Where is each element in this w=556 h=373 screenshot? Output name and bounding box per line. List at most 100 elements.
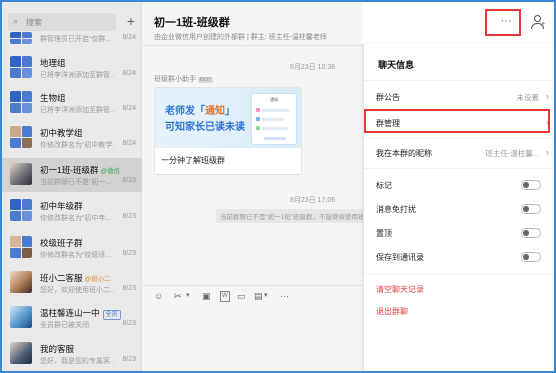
row-label: 标记 xyxy=(376,181,392,190)
phone-title: 通知 xyxy=(270,97,278,102)
conversation-preview: 您好，欢迎使用班小二... xyxy=(40,287,114,294)
mute-toggle[interactable] xyxy=(521,204,541,214)
chat-title[interactable]: 初一1班-班级群 xyxy=(154,14,230,30)
save-contacts-toggle[interactable] xyxy=(521,252,541,262)
exit-group-button[interactable]: 退出群聊 xyxy=(364,300,554,322)
announcement-row[interactable]: 群公告 未设置 › xyxy=(364,86,554,108)
mute-row: 消息免打扰 xyxy=(364,198,554,220)
emoji-icon[interactable]: ☺ xyxy=(154,290,163,302)
star-toggle[interactable] xyxy=(521,180,541,190)
chevron-right-icon: › xyxy=(546,117,549,127)
row-value: 班主任-温柱馨... xyxy=(485,149,539,158)
avatar xyxy=(10,271,32,293)
more-tools-icon[interactable]: ··· xyxy=(280,290,289,302)
conversation-date: 8/23 xyxy=(122,356,136,363)
conversation-name: 地理组 xyxy=(40,58,66,68)
conversation-date: 8/24 xyxy=(122,105,136,112)
conversation-sidebar: ⌕ 搜索 + 群管理员已开启“仅群... 8/24 地理组 已将李洋洲添加至群管… xyxy=(2,2,142,371)
system-message: 当前群聊已不是“初一1班”班级群，不能继续使用班级群功能 xyxy=(216,209,376,223)
conversation-date: 8/23 xyxy=(122,250,136,257)
exit-group-label: 退出群聊 xyxy=(376,307,408,316)
conversation-date: 8/23 xyxy=(122,285,136,292)
row-value: 未设置 xyxy=(516,93,540,102)
org-tag: @班小二 xyxy=(84,276,111,283)
add-conversation-button[interactable]: + xyxy=(124,13,138,31)
row-label: 群公告 xyxy=(376,93,400,102)
avatar xyxy=(10,126,32,148)
clear-history-label: 清空聊天记录 xyxy=(376,285,424,294)
app-window: ⌕ 搜索 + 群管理员已开启“仅群... 8/24 地理组 已将李洋洲添加至群管… xyxy=(0,0,556,373)
calendar-icon[interactable]: ▤ xyxy=(254,290,263,302)
search-input[interactable]: ⌕ 搜索 xyxy=(8,13,116,31)
conversation-preview: 群管理员已开启“仅群... xyxy=(40,36,112,43)
list-item[interactable]: 初中教学组 你修改群名为“初中教学... 8/24 xyxy=(2,121,142,155)
conversation-date: 8/24 xyxy=(122,70,136,77)
message-timestamp: 8月23日 17:06 xyxy=(290,197,336,204)
folder-icon[interactable]: ▭ xyxy=(237,290,246,302)
list-item-selected[interactable]: 初一1班-班级群 @微信 当前群聊已不是“初一... 8/23 xyxy=(2,158,142,192)
pin-row: 置顶 xyxy=(364,222,554,244)
conversation-preview: 全员群已被关闭 xyxy=(40,322,89,329)
conversation-date: 8/23 xyxy=(122,320,136,327)
list-item[interactable]: 群管理员已开启“仅群... 8/24 xyxy=(2,30,142,48)
conversation-preview: 您好，我是您的专属客... xyxy=(40,358,114,365)
more-button[interactable]: ··· xyxy=(496,15,516,31)
panel-title: 聊天信息 xyxy=(378,60,415,70)
message-timestamp: 8月23日 10:36 xyxy=(290,64,336,71)
phone-illustration: 通知 xyxy=(251,93,297,145)
avatar xyxy=(10,236,32,258)
word-doc-icon[interactable]: W xyxy=(220,291,230,302)
row-label: 群管理 xyxy=(376,119,400,128)
star-row: 标记 xyxy=(364,174,554,196)
search-icon: ⌕ xyxy=(13,16,19,26)
wechat-tag: @微信 xyxy=(100,168,121,175)
row-label: 我在本群的昵称 xyxy=(376,149,432,158)
search-row: ⌕ 搜索 + xyxy=(8,13,136,31)
conversation-preview: 当前群聊已不是“初一... xyxy=(40,179,112,186)
conversation-name: 温柱馨连山一中 全员 xyxy=(40,307,121,320)
input-toolbar: ☺ ✂ ▾ ▣ W ▭ ▤ ▾ ··· xyxy=(142,285,363,307)
avatar xyxy=(10,56,32,78)
add-member-icon[interactable]: + xyxy=(529,13,547,31)
chevron-right-icon: › xyxy=(546,147,549,157)
avatar xyxy=(10,91,32,113)
link-card[interactable]: 老师发「通知」 可知家长已读未读 通知 一分钟了解班级群 xyxy=(154,87,302,175)
list-item[interactable]: 我的客服 您好，我是您的专属客... 8/23 xyxy=(2,337,142,371)
conversation-name: 校级班子群 xyxy=(40,238,83,248)
list-item[interactable]: 生物组 已将李洋洲添加至群管... 8/24 xyxy=(2,86,142,120)
group-management-row[interactable]: 群管理 › xyxy=(364,112,554,134)
card-caption: 一分钟了解班级群 xyxy=(161,156,225,165)
nickname-row[interactable]: 我在本群的昵称 班主任-温柱馨... › xyxy=(364,142,554,164)
conversation-preview: 已将李洋洲添加至群管... xyxy=(40,72,114,79)
conversation-date: 8/24 xyxy=(122,34,136,41)
avatar xyxy=(10,342,32,364)
list-item[interactable]: 校级班子群 你修改群名为“校级班... 8/23 xyxy=(2,231,142,265)
conversation-name: 初中年级群 xyxy=(40,201,83,211)
chat-info-panel: 聊天信息 群公告 未设置 › 群管理 › 我在本群的昵称 班主任-温柱馨... … xyxy=(363,44,554,371)
conversation-preview: 你修改群名为“初中年... xyxy=(40,215,112,222)
chevron-down-icon[interactable]: ▾ xyxy=(264,290,268,302)
bot-tag: BOT xyxy=(198,77,214,83)
clear-history-button[interactable]: 清空聊天记录 xyxy=(364,278,554,300)
conversation-preview: 你修改群名为“校级班... xyxy=(40,252,112,259)
all-members-tag: 全员 xyxy=(102,310,121,320)
pin-toggle[interactable] xyxy=(521,228,541,238)
conversation-preview: 你修改群名为“初中教学... xyxy=(40,142,114,149)
row-label: 置顶 xyxy=(376,229,392,238)
chat-header: 初一1班-班级群 由企业微信用户创建的外部群 | 群主: 班主任-温柱馨老师 xyxy=(142,2,363,46)
chat-subtitle: 由企业微信用户创建的外部群 | 群主: 班主任-温柱馨老师 xyxy=(154,34,327,41)
list-item[interactable]: 初中年级群 你修改群名为“初中年... 8/23 xyxy=(2,194,142,228)
chevron-down-icon[interactable]: ▾ xyxy=(186,290,190,302)
avatar xyxy=(10,32,32,44)
list-item[interactable]: 温柱馨连山一中 全员 全员群已被关闭 8/23 xyxy=(2,301,142,335)
list-item[interactable]: 班小二客服 @班小二 您好，欢迎使用班小二... 8/23 xyxy=(2,266,142,300)
list-item[interactable]: 地理组 已将李洋洲添加至群管... 8/24 xyxy=(2,51,142,85)
scissors-icon[interactable]: ✂ xyxy=(174,290,182,302)
chevron-right-icon: › xyxy=(546,91,549,101)
conversation-name: 初中教学组 xyxy=(40,128,83,138)
card-headline-2: 可知家长已读未读 xyxy=(165,122,245,133)
row-label: 保存到通讯录 xyxy=(376,253,424,262)
conversation-name: 生物组 xyxy=(40,93,66,103)
conversation-name: 班小二客服 @班小二 xyxy=(40,273,111,283)
image-icon[interactable]: ▣ xyxy=(202,290,211,302)
